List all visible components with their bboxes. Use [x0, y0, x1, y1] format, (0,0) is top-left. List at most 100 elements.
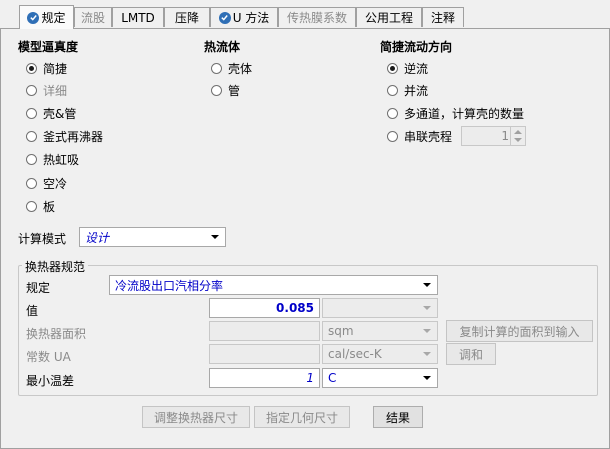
chevron-down-icon [211, 235, 219, 239]
radio-label: 逆流 [404, 61, 429, 76]
tab-lmtd[interactable]: LMTD [112, 7, 164, 27]
tab-label: 公用工程 [364, 11, 413, 25]
tab-pressure-drop[interactable]: 压降 [164, 7, 210, 27]
tab-u-method[interactable]: U 方法 [210, 7, 278, 27]
min-dt-unit-select[interactable]: C [322, 368, 438, 388]
tab-label: U 方法 [232, 11, 270, 25]
radio-countercurrent[interactable]: 逆流 [387, 60, 428, 76]
tab-comments[interactable]: 注释 [422, 7, 464, 27]
area-label: 换热器面积 [26, 327, 87, 341]
stepper-value: 1 [501, 129, 509, 143]
calc-mode-label: 计算模式 [18, 232, 67, 246]
copy-area-button[interactable]: 复制计算的面积到输入 [446, 320, 593, 342]
spec-value: 冷流股出口汽相分率 [115, 278, 224, 293]
button-label: 指定几何尺寸 [265, 410, 338, 425]
spec-select[interactable]: 冷流股出口汽相分率 [109, 275, 438, 295]
ua-unit-select[interactable]: cal/sec-K [322, 344, 438, 364]
area-field[interactable] [209, 321, 320, 341]
radio-shortcut[interactable]: 简捷 [26, 60, 67, 76]
chevron-down-icon [423, 329, 431, 333]
radio-series-shells[interactable]: 串联壳程 [387, 128, 452, 144]
radio-button[interactable] [387, 62, 398, 74]
radio-label: 空冷 [43, 176, 68, 191]
radio-button[interactable] [211, 84, 222, 96]
tab-spec[interactable]: 规定 [19, 5, 74, 29]
chevron-down-icon [423, 306, 431, 310]
radio-label: 并流 [404, 83, 429, 98]
tab-utilities[interactable]: 公用工程 [356, 7, 422, 27]
radio-button[interactable] [387, 84, 398, 96]
radio-label: 简捷 [43, 61, 68, 76]
radio-shell-tube[interactable]: 壳&管 [26, 105, 76, 121]
up-arrow-icon[interactable] [514, 130, 522, 134]
radio-multipass[interactable]: 多通道，计算壳的数量 [387, 105, 524, 121]
ua-field[interactable] [209, 344, 320, 364]
flow-title: 简捷流动方向 [380, 40, 453, 54]
radio-shell[interactable]: 壳体 [211, 60, 252, 76]
radio-label: 串联壳程 [404, 129, 453, 144]
tab-label: 压降 [174, 11, 199, 25]
radio-label: 管 [228, 83, 241, 98]
check-circle-icon [27, 11, 40, 24]
min-dt-field[interactable]: 1 [209, 368, 320, 388]
radio-air-cooled[interactable]: 空冷 [26, 175, 67, 191]
radio-button[interactable] [26, 84, 37, 96]
min-dt-label: 最小温差 [26, 374, 75, 388]
radio-label: 热虹吸 [43, 152, 80, 167]
specify-geometry-button[interactable]: 指定几何尺寸 [254, 406, 350, 428]
stepper-arrows[interactable] [510, 127, 525, 145]
radio-label: 壳&管 [43, 106, 77, 121]
radio-button[interactable] [26, 107, 37, 119]
value-text: 0.085 [276, 301, 314, 315]
exchanger-spec-title: 换热器规范 [22, 258, 89, 275]
check-circle-icon [218, 11, 231, 24]
button-label: 调和 [458, 347, 483, 362]
chevron-down-icon [423, 283, 431, 287]
hotfluid-title: 热流体 [204, 40, 241, 54]
radio-button[interactable] [26, 200, 37, 212]
tab-streams[interactable]: 流股 [74, 7, 112, 27]
chevron-down-icon [423, 352, 431, 356]
radio-button[interactable] [211, 62, 222, 74]
ua-label: 常数 UA [26, 350, 71, 364]
radio-button[interactable] [26, 177, 37, 189]
down-arrow-icon[interactable] [514, 138, 522, 142]
series-shells-stepper[interactable]: 1 [461, 126, 526, 146]
radio-button[interactable] [26, 130, 37, 142]
tab-label: 规定 [41, 11, 66, 25]
adjust-button[interactable]: 调和 [446, 343, 496, 365]
radio-label: 壳体 [228, 61, 253, 76]
button-label: 调整换热器尺寸 [153, 410, 238, 425]
radio-cocurrent[interactable]: 并流 [387, 82, 428, 98]
radio-button[interactable] [26, 62, 37, 74]
radio-plate[interactable]: 板 [26, 198, 55, 214]
radio-button[interactable] [387, 130, 398, 142]
value-unit-select[interactable] [322, 298, 438, 318]
calc-mode-value: 设计 [85, 230, 110, 245]
calc-mode-select[interactable]: 设计 [79, 227, 226, 247]
radio-label: 多通道，计算壳的数量 [404, 106, 525, 121]
radio-tube[interactable]: 管 [211, 82, 240, 98]
tab-bar: 规定 流股 LMTD 压降 U 方法 传热膜系数 公用工程 注释 [0, 0, 610, 29]
min-dt-value: 1 [306, 371, 314, 385]
tab-label: 传热膜系数 [286, 11, 347, 25]
radio-thermosiphon[interactable]: 热虹吸 [26, 151, 79, 167]
value-label: 值 [26, 304, 39, 318]
radio-label: 釜式再沸器 [43, 129, 104, 144]
results-button[interactable]: 结果 [373, 406, 423, 428]
radio-button[interactable] [26, 153, 37, 165]
tab-label: 注释 [430, 11, 455, 25]
value-field[interactable]: 0.085 [209, 298, 320, 318]
radio-button[interactable] [387, 107, 398, 119]
tab-label: 流股 [80, 11, 105, 25]
tab-label: LMTD [121, 10, 155, 25]
area-unit-select[interactable]: sqm [322, 321, 438, 341]
fidelity-title: 模型逼真度 [18, 40, 79, 54]
ua-unit: cal/sec-K [328, 347, 382, 361]
size-exchanger-button[interactable]: 调整换热器尺寸 [142, 406, 250, 428]
tab-film-coefficients[interactable]: 传热膜系数 [278, 7, 356, 27]
radio-label: 详细 [43, 83, 68, 98]
radio-kettle-reboiler[interactable]: 釜式再沸器 [26, 128, 103, 144]
radio-label: 板 [43, 199, 56, 214]
radio-detailed[interactable]: 详细 [26, 82, 67, 98]
